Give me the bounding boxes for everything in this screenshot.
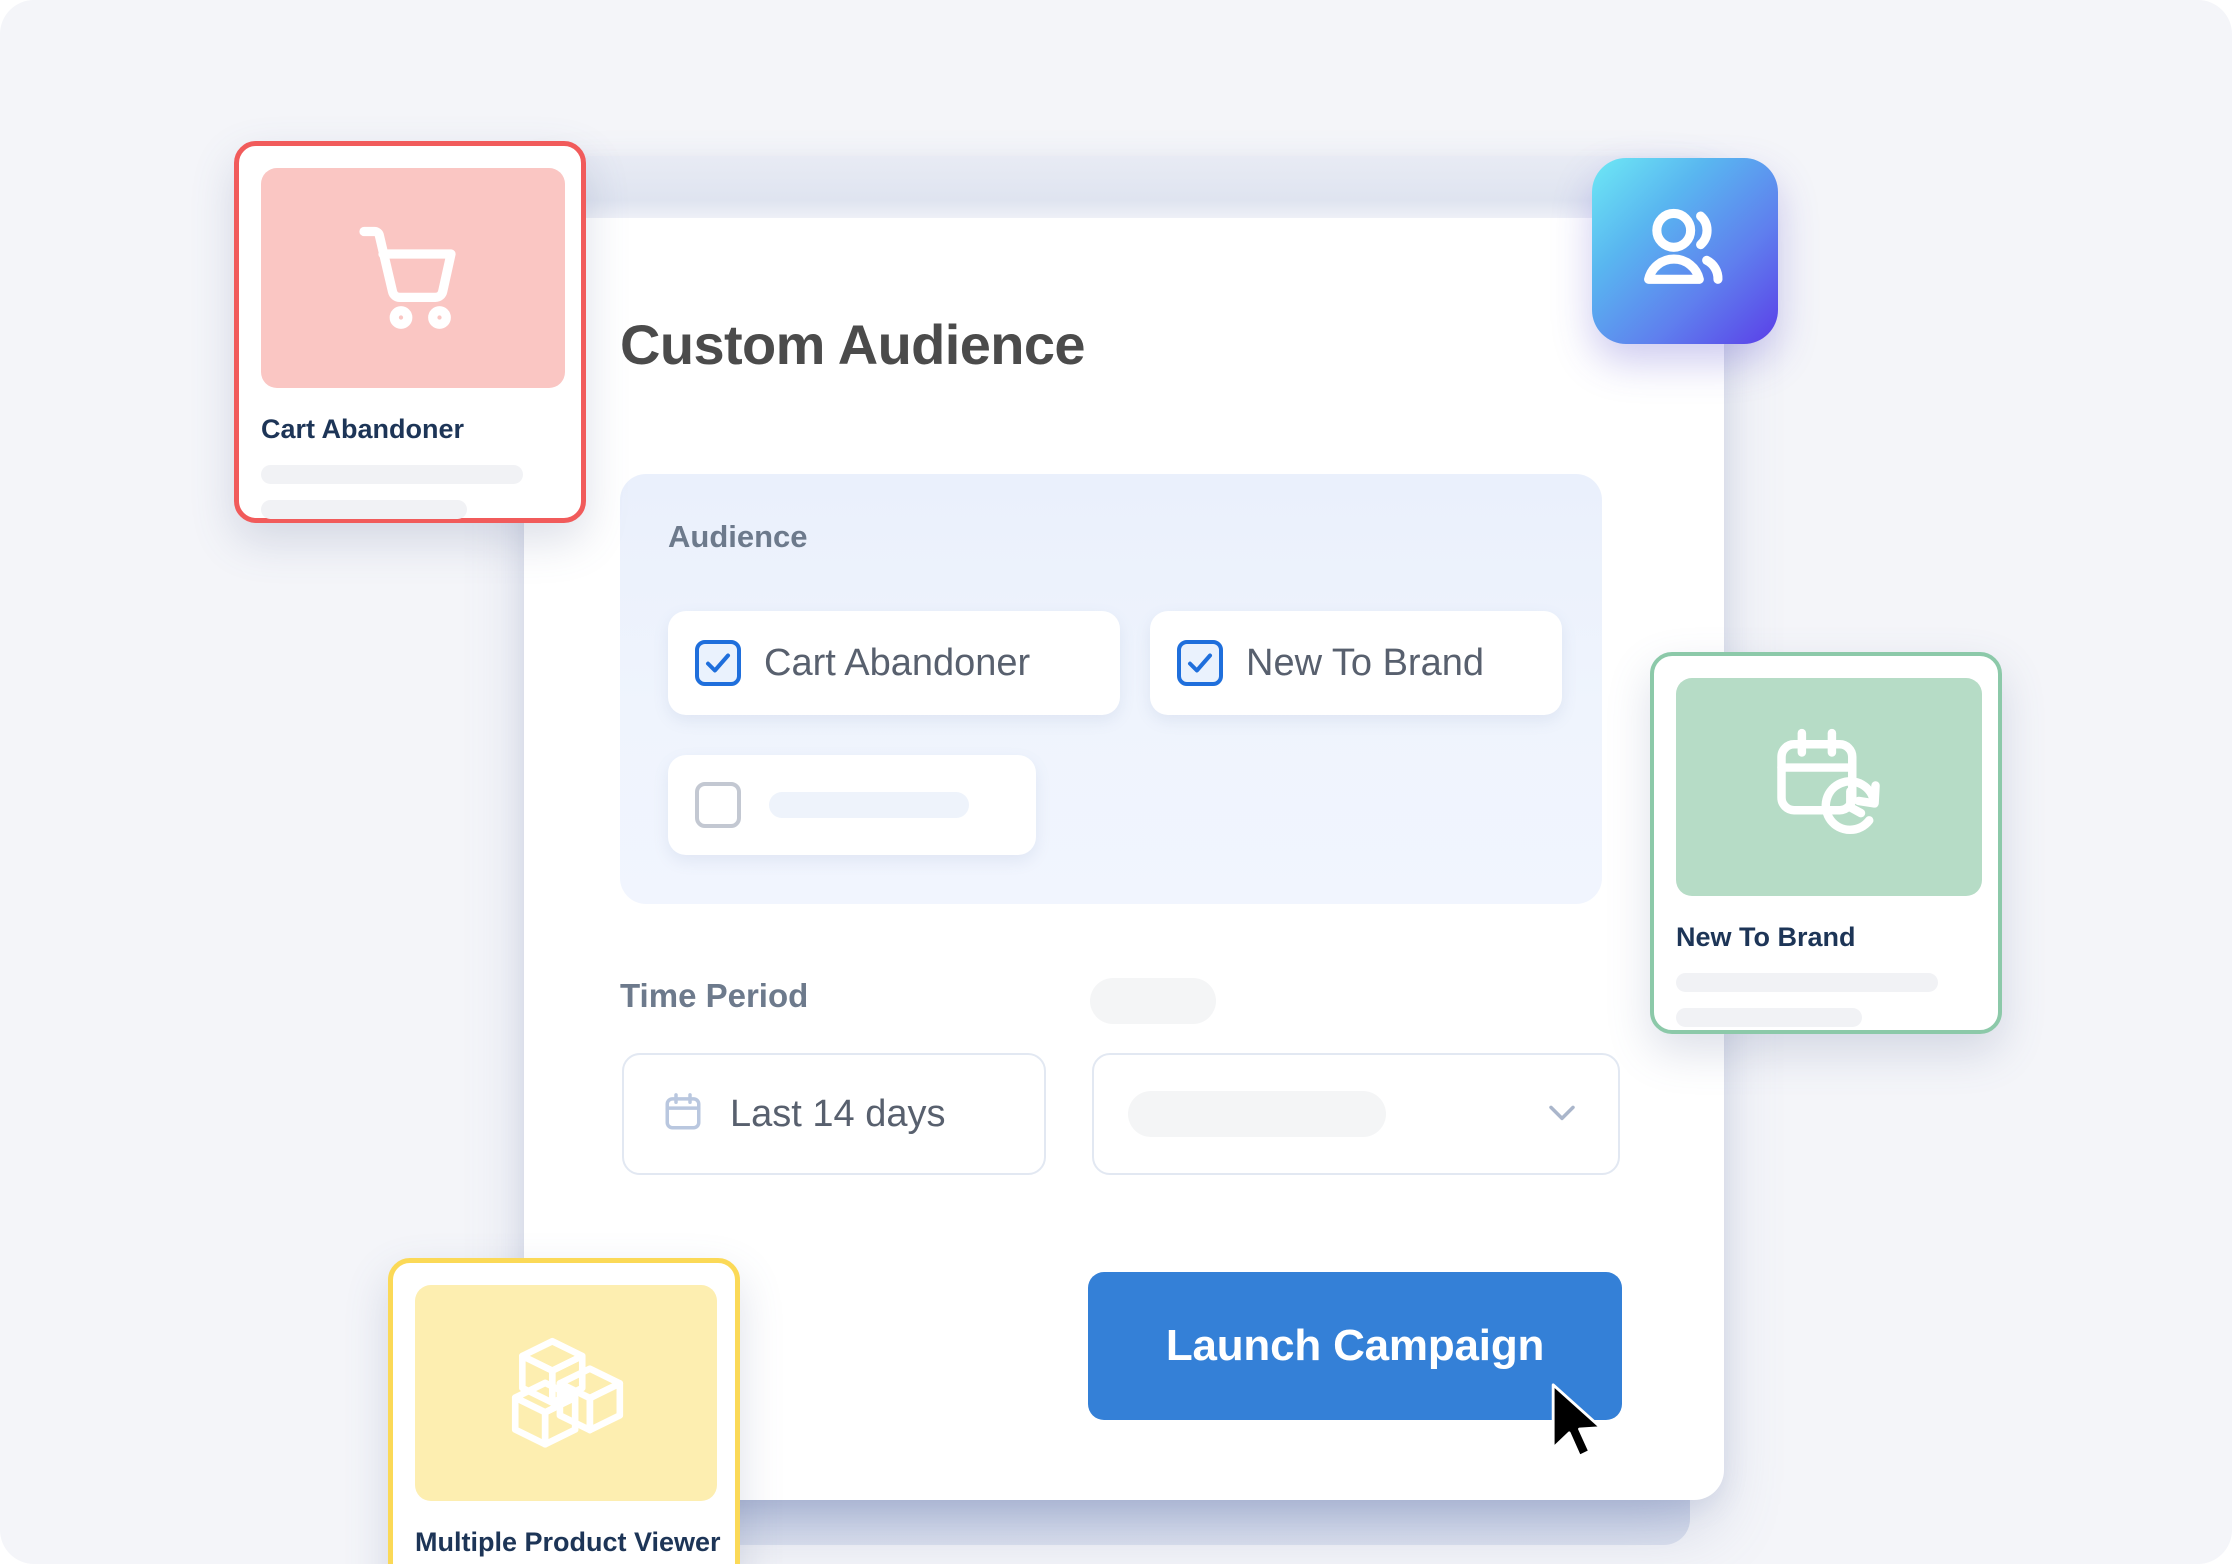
chevron-down-icon[interactable]: [1540, 1090, 1584, 1139]
skeleton-bar: [261, 465, 523, 484]
card-title: New To Brand: [1676, 922, 1856, 952]
launch-campaign-button[interactable]: Launch Campaign: [1088, 1272, 1622, 1420]
users-badge[interactable]: [1592, 158, 1778, 344]
checkbox-unchecked-icon[interactable]: [695, 782, 741, 828]
audience-option-new-to-brand[interactable]: New To Brand: [1150, 611, 1562, 715]
audience-option-label: New To Brand: [1246, 641, 1484, 684]
calendar-icon: [662, 1091, 704, 1138]
skeleton-bar: [1676, 973, 1938, 992]
skeleton-bar: [769, 792, 969, 818]
checkbox-checked-icon[interactable]: [1177, 640, 1223, 686]
floating-card-cart-abandoner[interactable]: Cart Abandoner: [234, 141, 586, 523]
audience-section: Audience Cart Abandoner New To Brand: [620, 474, 1602, 904]
skeleton-pill: [1090, 978, 1216, 1024]
card-thumbnail: [261, 168, 565, 388]
panel-header-strip: [524, 156, 1724, 218]
audience-option-cart-abandoner[interactable]: Cart Abandoner: [668, 611, 1120, 715]
floating-card-new-to-brand[interactable]: New To Brand: [1650, 652, 2002, 1034]
card-title: Cart Abandoner: [261, 414, 465, 444]
floating-card-multiple-product-viewer[interactable]: Multiple Product Viewer: [388, 1258, 740, 1564]
skeleton-bar: [261, 500, 467, 519]
audience-option-placeholder[interactable]: [668, 755, 1036, 855]
boxes-icon: [500, 1325, 632, 1462]
date-range-field[interactable]: Last 14 days: [622, 1053, 1046, 1175]
card-thumbnail: [415, 1285, 717, 1501]
skeleton-bar: [1128, 1091, 1386, 1137]
time-period-label: Time Period: [620, 977, 809, 1014]
card-thumbnail: [1676, 678, 1982, 896]
audience-option-label: Cart Abandoner: [764, 641, 1031, 684]
date-range-value: Last 14 days: [730, 1092, 946, 1135]
audience-section-label: Audience: [668, 519, 808, 554]
users-icon: [1633, 197, 1737, 306]
shopping-cart-icon: [353, 216, 473, 341]
time-period-select[interactable]: [1092, 1053, 1620, 1175]
card-title: Multiple Product Viewer: [415, 1527, 721, 1557]
skeleton-bar: [1676, 1008, 1862, 1027]
page-title: Custom Audience: [620, 313, 1086, 376]
calendar-clock-icon: [1766, 722, 1892, 853]
checkbox-checked-icon[interactable]: [695, 640, 741, 686]
screen-root: Custom Audience Audience Cart Abandoner …: [0, 0, 2232, 1564]
